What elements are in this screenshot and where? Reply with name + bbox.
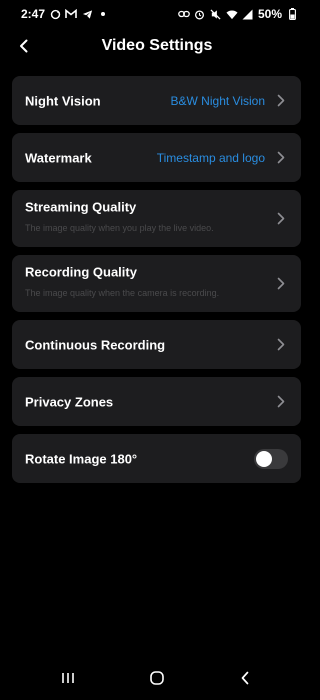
chevron-right-icon bbox=[275, 395, 287, 409]
sync-icon bbox=[49, 8, 61, 20]
watermark-value: Timestamp and logo bbox=[156, 150, 265, 165]
home-icon bbox=[149, 670, 165, 691]
chevron-right-icon bbox=[275, 338, 287, 352]
back-icon bbox=[240, 671, 250, 690]
chevron-right-icon bbox=[275, 277, 287, 291]
notification-dot-icon bbox=[97, 8, 109, 20]
back-nav-button[interactable] bbox=[231, 668, 259, 692]
privacy-zones-item[interactable]: Privacy Zones bbox=[12, 377, 301, 426]
chevron-right-icon bbox=[275, 151, 287, 165]
status-right: 50% bbox=[178, 7, 298, 21]
rotate-image-label: Rotate Image 180° bbox=[25, 451, 138, 466]
chevron-right-icon bbox=[275, 212, 287, 226]
continuous-recording-label: Continuous Recording bbox=[25, 337, 166, 352]
link-icon bbox=[178, 8, 190, 20]
battery-icon bbox=[286, 8, 298, 20]
telegram-icon bbox=[81, 8, 93, 20]
battery-percent: 50% bbox=[257, 7, 282, 21]
home-button[interactable] bbox=[143, 668, 171, 692]
watermark-label: Watermark bbox=[25, 150, 92, 165]
continuous-recording-item[interactable]: Continuous Recording bbox=[12, 320, 301, 369]
privacy-zones-label: Privacy Zones bbox=[25, 394, 114, 409]
streaming-quality-label: Streaming Quality bbox=[25, 199, 137, 215]
recents-icon bbox=[61, 671, 75, 689]
recents-button[interactable] bbox=[54, 668, 82, 692]
streaming-quality-description: The image quality when you play the live… bbox=[25, 223, 214, 233]
wifi-icon bbox=[226, 8, 238, 20]
system-nav-bar bbox=[0, 660, 314, 700]
page-title: Video Settings bbox=[101, 37, 213, 54]
settings-list: Night Vision B&W Night Vision Watermark … bbox=[12, 76, 301, 491]
watermark-item[interactable]: Watermark Timestamp and logo bbox=[12, 133, 301, 182]
gmail-icon bbox=[65, 8, 77, 20]
status-left: 2:47 bbox=[21, 7, 109, 21]
toggle-knob bbox=[256, 450, 272, 467]
recording-quality-item[interactable]: Recording Quality The image quality when… bbox=[12, 255, 301, 312]
night-vision-value: B&W Night Vision bbox=[170, 93, 265, 108]
status-time: 2:47 bbox=[21, 7, 46, 21]
status-bar: 2:47 50% bbox=[0, 0, 314, 28]
signal-icon bbox=[242, 8, 254, 20]
recording-quality-label: Recording Quality bbox=[25, 264, 137, 280]
streaming-quality-item[interactable]: Streaming Quality The image quality when… bbox=[12, 190, 301, 247]
header: Video Settings bbox=[0, 28, 314, 66]
mute-icon bbox=[210, 8, 222, 20]
rotate-image-item: Rotate Image 180° bbox=[12, 434, 301, 483]
rotate-image-toggle[interactable] bbox=[254, 448, 288, 469]
chevron-right-icon bbox=[275, 94, 287, 108]
recording-quality-description: The image quality when the camera is rec… bbox=[25, 288, 220, 298]
night-vision-label: Night Vision bbox=[25, 93, 101, 108]
alarm-icon bbox=[194, 8, 206, 20]
night-vision-item[interactable]: Night Vision B&W Night Vision bbox=[12, 76, 301, 125]
